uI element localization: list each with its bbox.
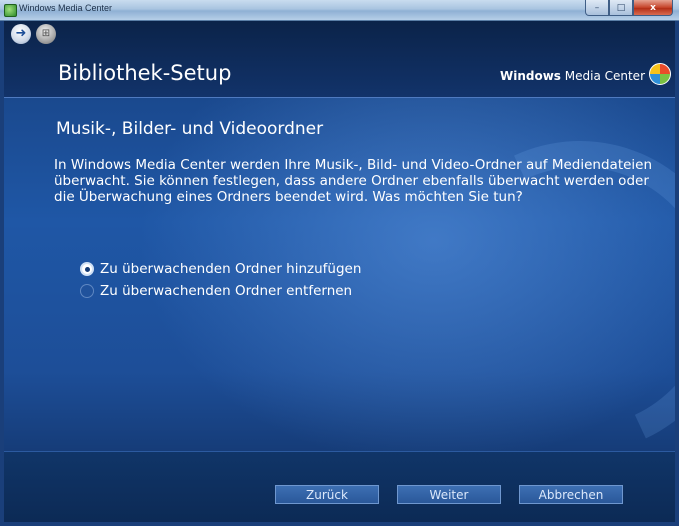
- option-label: Zu überwachenden Ordner entfernen: [100, 283, 353, 299]
- section-heading: Musik-, Bilder- und Videoordner: [56, 119, 324, 139]
- brand-rest: Media Center: [560, 69, 645, 83]
- title-bar[interactable]: Windows Media Center – □ x: [0, 0, 679, 21]
- cancel-button[interactable]: Abbrechen: [519, 485, 623, 504]
- header-band: ➜ ⊞ Bibliothek-Setup Windows Media Cente…: [4, 21, 675, 98]
- minimize-button[interactable]: –: [585, 0, 609, 16]
- footer-bar: Zurück Weiter Abbrechen: [4, 451, 675, 522]
- brand-wordmark: Windows Media Center: [500, 69, 645, 83]
- window-title: Windows Media Center: [19, 3, 113, 13]
- options-group: Zu überwachenden Ordner hinzufügen Zu üb…: [80, 259, 361, 303]
- brand-bold: Windows: [499, 69, 561, 83]
- radio-unchecked-icon[interactable]: [80, 284, 94, 298]
- close-button[interactable]: x: [633, 0, 673, 16]
- option-remove-folder[interactable]: Zu überwachenden Ordner entfernen: [80, 281, 361, 301]
- page-title: Bibliothek-Setup: [58, 61, 232, 85]
- caption-buttons: – □ x: [585, 0, 673, 16]
- back-arrow-icon[interactable]: ➜: [11, 24, 31, 44]
- option-label: Zu überwachenden Ordner hinzufügen: [100, 261, 362, 277]
- option-add-folder[interactable]: Zu überwachenden Ordner hinzufügen: [80, 259, 361, 279]
- media-center-window: Windows Media Center – □ x ➜ ⊞ Bibliothe…: [0, 0, 679, 526]
- maximize-button[interactable]: □: [609, 0, 633, 16]
- back-button[interactable]: Zurück: [275, 485, 379, 504]
- next-button[interactable]: Weiter: [397, 485, 501, 504]
- media-center-client-area: ➜ ⊞ Bibliothek-Setup Windows Media Cente…: [4, 21, 675, 522]
- media-center-app-icon: [4, 4, 17, 17]
- section-description: In Windows Media Center werden Ihre Musi…: [54, 157, 653, 205]
- windows-logo-icon: [649, 63, 671, 85]
- start-orb-icon[interactable]: ⊞: [36, 24, 56, 44]
- radio-checked-icon[interactable]: [80, 262, 94, 276]
